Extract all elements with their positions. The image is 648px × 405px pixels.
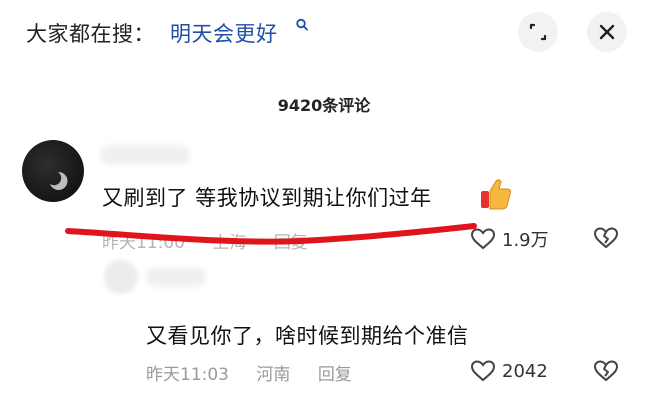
reply-button[interactable]: 回复: [274, 233, 308, 253]
search-icon[interactable]: [295, 18, 309, 32]
close-button[interactable]: [587, 12, 627, 52]
username[interactable]: [146, 268, 206, 286]
expand-icon: [529, 23, 547, 41]
reply-button[interactable]: 回复: [318, 365, 352, 385]
avatar[interactable]: [104, 260, 138, 294]
broken-heart-icon: [593, 360, 619, 382]
comment-meta: 昨天11:03 河南 回复: [146, 360, 374, 385]
comment-item: 又看见你了，啥时候到期给个准信 昨天11:03 河南 回复 2042: [0, 260, 648, 400]
comment-item: 又刷到了 等我协议到期让你们过年 昨天11:00 上海 回复 1.9万: [0, 140, 648, 260]
comment-text: 又刷到了 等我协议到期让你们过年: [102, 186, 432, 210]
dislike-button[interactable]: [593, 359, 619, 387]
expand-button[interactable]: [518, 12, 558, 52]
comment-location: 上海: [212, 233, 247, 253]
like-count: 1.9万: [502, 230, 549, 251]
comment-meta: 昨天11:00 上海 回复: [102, 228, 330, 253]
comment-text: 又看见你了，啥时候到期给个准信: [146, 324, 469, 348]
comment-date: 昨天11:00: [102, 233, 185, 253]
heart-icon: [470, 228, 496, 250]
search-suggestion-link[interactable]: 明天会更好: [170, 18, 278, 48]
broken-heart-icon: [593, 227, 619, 249]
like-button[interactable]: 2042: [470, 359, 548, 383]
comment-date: 昨天11:03: [146, 365, 229, 385]
username[interactable]: [100, 146, 190, 164]
close-icon: [599, 24, 615, 40]
search-prefix: 大家都在搜：: [26, 22, 155, 46]
dislike-button[interactable]: [593, 226, 619, 254]
like-count: 2042: [502, 360, 548, 382]
top-bar: 大家都在搜： 明天会更好: [0, 0, 648, 64]
moon-icon: [50, 171, 68, 190]
like-button[interactable]: 1.9万: [470, 226, 549, 252]
heart-icon: [470, 360, 496, 382]
comment-location: 河南: [256, 365, 291, 385]
comment-count: 9420条评论: [277, 96, 371, 115]
avatar[interactable]: [22, 140, 84, 202]
thumbs-up-icon: [481, 179, 512, 210]
